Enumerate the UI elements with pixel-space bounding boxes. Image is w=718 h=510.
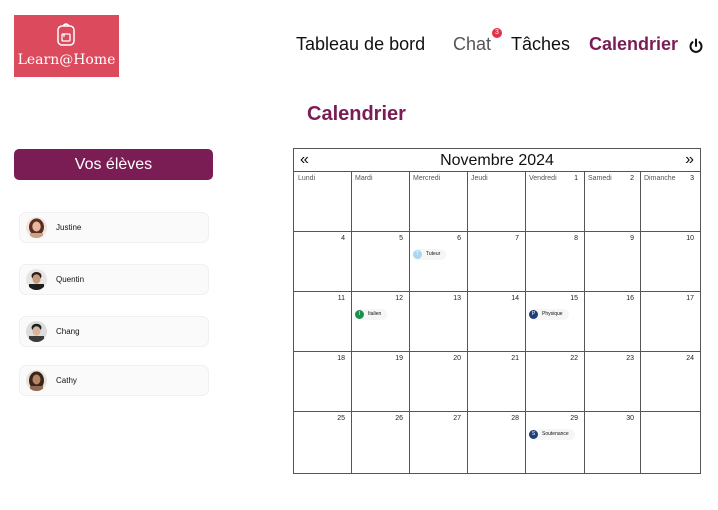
student-item-cathy[interactable]: Cathy (19, 365, 209, 396)
day-number: 5 (399, 235, 403, 242)
student-name: Cathy (56, 376, 77, 385)
day-number: 26 (395, 415, 403, 422)
event-label: Physique (542, 311, 563, 317)
student-name: Justine (56, 223, 82, 232)
day-number: 17 (686, 295, 694, 302)
day-number: 28 (511, 415, 519, 422)
calendar-grid: 1 2 3 4 5 6 7 8 9 10 11 12 13 14 15 16 17 18 19 20 21 22 23 24 2… (294, 171, 700, 473)
event-label: Soutenance (542, 431, 569, 437)
calendar-header: « Novembre 2024 » (294, 149, 700, 171)
event-avatar: S (529, 430, 538, 439)
avatar (26, 370, 47, 391)
calendar-event[interactable]: P Physique (529, 309, 569, 320)
calendar: « Novembre 2024 » 1 2 3 4 5 6 7 8 9 10 11 12 13 14 15 1… (293, 148, 701, 474)
page-title: Calendrier (307, 103, 406, 125)
students-header: Vos élèves (14, 149, 213, 180)
day-number: 25 (337, 415, 345, 422)
calendar-month-title: Novembre 2024 (440, 152, 554, 169)
calendar-event[interactable]: I Italien (355, 309, 388, 320)
weekday-label: Vendredi (529, 175, 557, 182)
weekday-label: Lundi (298, 175, 316, 182)
nav-dashboard[interactable]: Tableau de bord (296, 34, 425, 55)
student-name: Quentin (56, 275, 85, 284)
day-number: 23 (626, 355, 634, 362)
day-number: 22 (570, 355, 578, 362)
day-number: 15 (570, 295, 578, 302)
day-number: 30 (626, 415, 634, 422)
day-number: 2 (630, 175, 634, 182)
next-month-button[interactable]: » (685, 151, 694, 169)
day-number: 21 (511, 355, 519, 362)
calendar-day-cell (640, 411, 700, 473)
event-avatar: T (413, 250, 422, 259)
day-number: 27 (453, 415, 461, 422)
event-label: Italien (368, 311, 382, 317)
calendar-event[interactable]: S Soutenance (529, 429, 575, 440)
day-number: 6 (457, 235, 461, 242)
nav-calendar[interactable]: Calendrier (589, 34, 678, 55)
student-item-justine[interactable]: Justine (19, 212, 209, 243)
weekday-label: Mardi (355, 175, 373, 182)
day-number: 12 (395, 295, 403, 302)
power-icon[interactable] (688, 38, 704, 54)
avatar (26, 269, 47, 290)
weekday-label: Dimanche (644, 175, 676, 182)
avatar (26, 321, 47, 342)
day-number: 14 (511, 295, 519, 302)
calendar-event[interactable]: T Tuteur (413, 249, 447, 260)
event-avatar: I (355, 310, 364, 319)
avatar (26, 217, 47, 238)
day-number: 10 (686, 235, 694, 242)
chat-badge: 3 (492, 28, 502, 38)
event-label: Tuteur (426, 251, 441, 257)
day-number: 19 (395, 355, 403, 362)
day-number: 20 (453, 355, 461, 362)
day-number: 18 (337, 355, 345, 362)
student-item-quentin[interactable]: Quentin (19, 264, 209, 295)
day-number: 7 (515, 235, 519, 242)
event-avatar: P (529, 310, 538, 319)
day-number: 24 (686, 355, 694, 362)
weekday-label: Jeudi (471, 175, 488, 182)
day-number: 3 (690, 175, 694, 182)
day-number: 9 (630, 235, 634, 242)
day-number: 13 (453, 295, 461, 302)
day-number: 8 (574, 235, 578, 242)
top-nav: Tableau de bord Chat Tâches Calendrier (0, 34, 718, 58)
nav-tasks[interactable]: Tâches (511, 34, 570, 55)
day-number: 11 (337, 295, 345, 302)
student-item-chang[interactable]: Chang (19, 316, 209, 347)
day-number: 29 (570, 415, 578, 422)
day-number: 16 (626, 295, 634, 302)
weekday-label: Mercredi (413, 175, 441, 182)
nav-chat[interactable]: Chat (453, 34, 491, 55)
student-name: Chang (56, 327, 80, 336)
day-number: 4 (341, 235, 345, 242)
day-number: 1 (574, 175, 578, 182)
weekday-label: Samedi (588, 175, 612, 182)
